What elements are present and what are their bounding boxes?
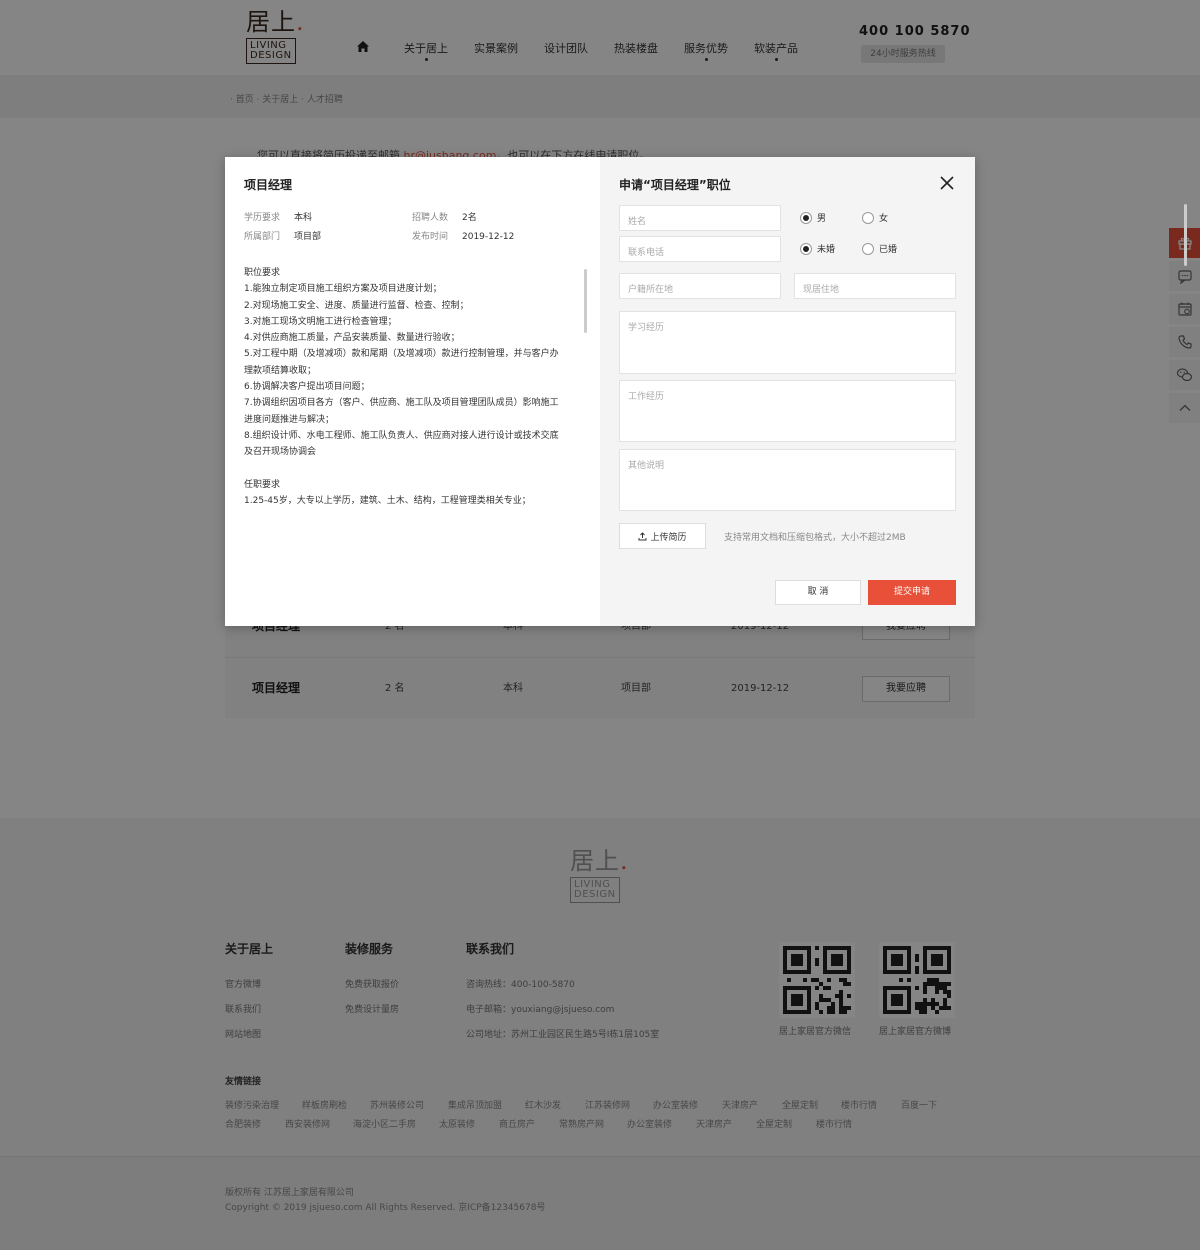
application-form-panel: 申请“项目经理”职位 姓名 联系电话 男 女 未婚 已婚 户籍所在地 现居住地 … bbox=[600, 157, 1187, 626]
upload-resume-button[interactable]: 上传简历 bbox=[619, 523, 706, 549]
work-textarea[interactable]: 工作经历 bbox=[619, 380, 956, 442]
other-textarea[interactable]: 其他说明 bbox=[619, 449, 956, 511]
job-description: 职位要求 1.能独立制定项目施工组织方案及项目进度计划； 2.对现场施工安全、进… bbox=[244, 268, 559, 506]
marital-single-radio[interactable]: 未婚 bbox=[800, 242, 835, 255]
form-title: 申请“项目经理”职位 bbox=[619, 178, 731, 192]
form-scrollbar[interactable] bbox=[1184, 204, 1187, 266]
residence-input[interactable]: 现居住地 bbox=[794, 273, 956, 299]
job-title: 项目经理 bbox=[244, 178, 293, 192]
job-application-modal: 项目经理 学历要求 本科 招聘人数 2名 所属部门 项目部 发布时间 2019-12-1… bbox=[225, 157, 1187, 626]
upload-icon bbox=[638, 531, 647, 541]
gender-male-radio[interactable]: 男 bbox=[800, 211, 826, 224]
education-textarea[interactable]: 学习经历 bbox=[619, 311, 956, 374]
close-icon[interactable] bbox=[938, 174, 956, 192]
detail-scrollbar[interactable] bbox=[584, 269, 587, 333]
job-meta-date: 发布时间 2019-12-12 bbox=[412, 232, 515, 242]
job-meta-count: 招聘人数 2名 bbox=[412, 213, 477, 223]
cancel-button[interactable]: 取 消 bbox=[775, 580, 861, 605]
marital-married-radio[interactable]: 已婚 bbox=[862, 242, 897, 255]
phone-input[interactable]: 联系电话 bbox=[619, 236, 781, 262]
gender-female-radio[interactable]: 女 bbox=[862, 211, 888, 224]
upload-tip: 支持常用文档和压缩包格式，大小不超过2MB bbox=[724, 533, 906, 543]
job-meta-dept: 所属部门 项目部 bbox=[244, 232, 322, 242]
hukou-input[interactable]: 户籍所在地 bbox=[619, 273, 781, 299]
job-detail-panel: 项目经理 学历要求 本科 招聘人数 2名 所属部门 项目部 发布时间 2019-12-1… bbox=[225, 157, 600, 626]
name-input[interactable]: 姓名 bbox=[619, 205, 781, 231]
job-meta-edu: 学历要求 本科 bbox=[244, 213, 313, 223]
submit-button[interactable]: 提交申请 bbox=[868, 580, 956, 605]
